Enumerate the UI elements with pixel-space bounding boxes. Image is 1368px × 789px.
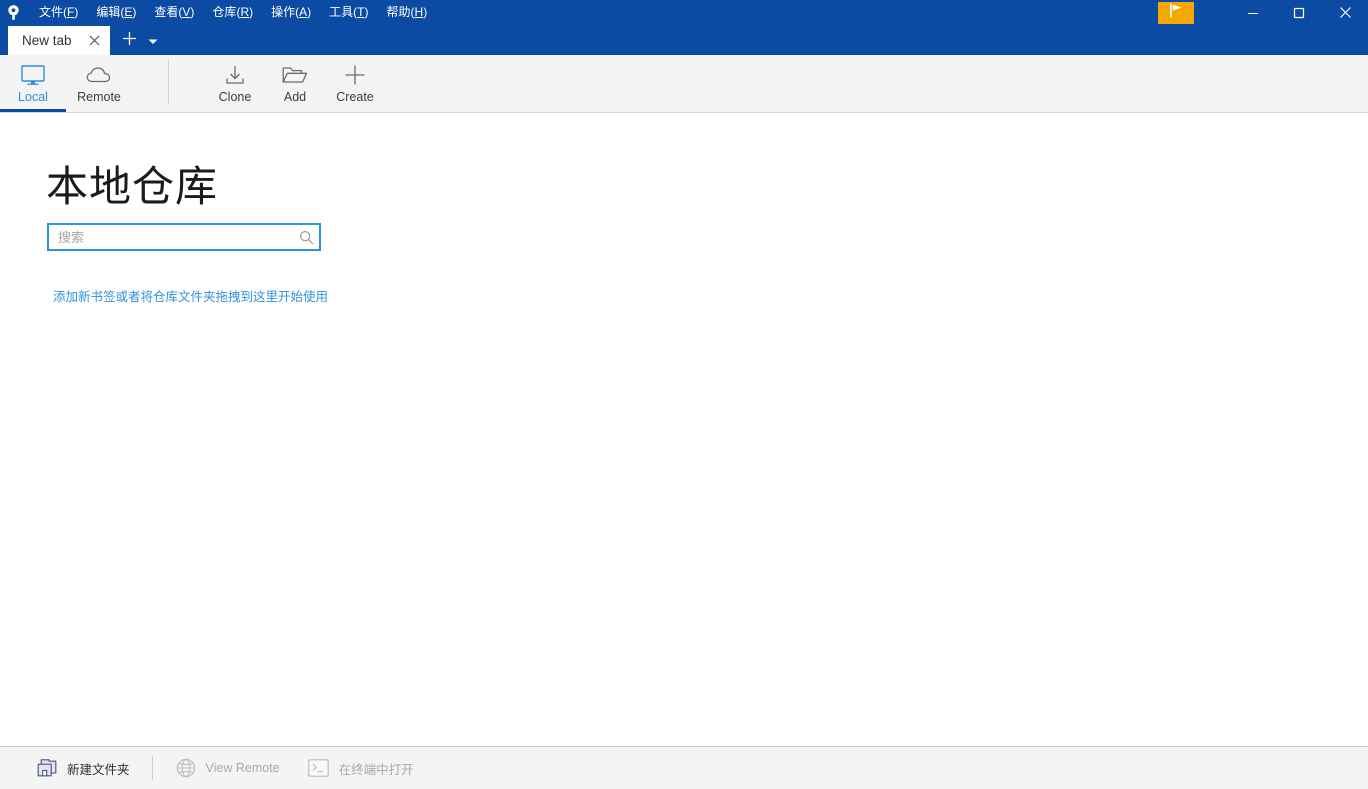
- title-bar: 文件(F) 编辑(E) 查看(V) 仓库(R) 操作(A) 工具(T) 帮助(H…: [0, 0, 1368, 25]
- menu-item-file-label: 文件: [39, 5, 63, 19]
- cloud-icon: [86, 62, 113, 88]
- menu-item-edit-label: 编辑: [96, 5, 120, 19]
- toolbar-item-add[interactable]: Add: [265, 55, 325, 112]
- plus-icon: [344, 62, 366, 88]
- terminal-icon: [308, 757, 330, 779]
- menu-item-tools[interactable]: 工具(T): [320, 0, 377, 25]
- menu-item-view[interactable]: 查看(V): [145, 0, 203, 25]
- tab-new-tab[interactable]: New tab: [8, 26, 110, 55]
- menu-item-actions[interactable]: 操作(A): [262, 0, 320, 25]
- menu-item-edit-accel: E: [124, 5, 132, 19]
- new-tab-button[interactable]: [118, 26, 142, 55]
- search-box[interactable]: [47, 223, 321, 251]
- menu-item-help-label: 帮助: [387, 5, 411, 19]
- page-title: 本地仓库: [46, 153, 218, 214]
- toolbar-item-create-label: Create: [336, 90, 374, 104]
- plus-icon: [122, 31, 137, 51]
- menu-item-help[interactable]: 帮助(H): [378, 0, 437, 25]
- toolbar-separator: [168, 60, 169, 104]
- close-icon: [1339, 6, 1352, 19]
- toolbar-item-local-label: Local: [18, 90, 48, 104]
- toolbar-item-clone-label: Clone: [219, 90, 252, 104]
- flag-button[interactable]: [1158, 2, 1194, 24]
- maximize-icon: [1293, 7, 1305, 19]
- new-folder-button[interactable]: 新建文件夹: [36, 747, 144, 789]
- menu-item-tools-label: 工具: [329, 5, 353, 19]
- menu-item-actions-label: 操作: [271, 5, 295, 19]
- menu-bar: 文件(F) 编辑(E) 查看(V) 仓库(R) 操作(A) 工具(T) 帮助(H…: [30, 0, 436, 25]
- status-bar: 新建文件夹 View Remote 在终端中打开: [0, 746, 1368, 789]
- toolbar-item-clone[interactable]: Clone: [205, 55, 265, 112]
- tab-list-dropdown[interactable]: [142, 26, 164, 55]
- view-remote-button[interactable]: View Remote: [161, 747, 294, 789]
- toolbar-item-add-label: Add: [284, 90, 306, 104]
- open-in-terminal-label: 在终端中打开: [339, 759, 414, 778]
- toolbar-item-remote-label: Remote: [77, 90, 121, 104]
- menu-item-help-accel: H: [415, 5, 424, 19]
- tab-label: New tab: [22, 33, 72, 48]
- view-remote-label: View Remote: [206, 761, 280, 775]
- chevron-down-icon: [148, 32, 158, 50]
- menu-item-file-accel: F: [67, 5, 74, 19]
- flag-icon: [1168, 3, 1185, 23]
- menu-item-edit[interactable]: 编辑(E): [87, 0, 145, 25]
- maximize-button[interactable]: [1276, 0, 1322, 25]
- minimize-button[interactable]: [1230, 0, 1276, 25]
- toolbar-item-remote[interactable]: Remote: [66, 55, 132, 112]
- tab-strip: New tab: [0, 25, 1368, 55]
- new-folder-icon: [36, 757, 58, 779]
- content-area: 本地仓库 添加新书签或者将仓库文件夹拖拽到这里开始使用: [0, 113, 1368, 746]
- window-controls: [1230, 0, 1368, 25]
- close-button[interactable]: [1322, 0, 1368, 25]
- menu-item-repository-accel: R: [240, 5, 249, 19]
- globe-icon: [175, 757, 197, 779]
- menu-item-tools-accel: T: [357, 5, 364, 19]
- new-folder-label: 新建文件夹: [67, 759, 130, 778]
- minimize-icon: [1247, 7, 1259, 19]
- search-input[interactable]: [49, 225, 293, 249]
- download-icon: [224, 62, 246, 88]
- close-icon[interactable]: [86, 32, 104, 50]
- toolbar-item-create[interactable]: Create: [325, 55, 385, 112]
- monitor-icon: [21, 62, 45, 88]
- menu-item-actions-accel: A: [299, 5, 307, 19]
- sourcetree-logo-icon: [0, 0, 26, 25]
- open-in-terminal-button[interactable]: 在终端中打开: [294, 747, 428, 789]
- folder-open-icon: [282, 62, 308, 88]
- main-toolbar: Local Remote Clone Add: [0, 55, 1368, 113]
- add-bookmark-hint-link[interactable]: 添加新书签或者将仓库文件夹拖拽到这里开始使用: [53, 286, 328, 305]
- menu-item-view-label: 查看: [154, 5, 178, 19]
- toolbar-item-local[interactable]: Local: [0, 55, 66, 112]
- menu-item-repository-label: 仓库: [212, 5, 236, 19]
- menu-item-repository[interactable]: 仓库(R): [203, 0, 262, 25]
- menu-item-file[interactable]: 文件(F): [30, 0, 87, 25]
- menu-item-view-accel: V: [182, 5, 190, 19]
- status-bar-separator: [152, 756, 153, 780]
- search-icon[interactable]: [293, 225, 319, 249]
